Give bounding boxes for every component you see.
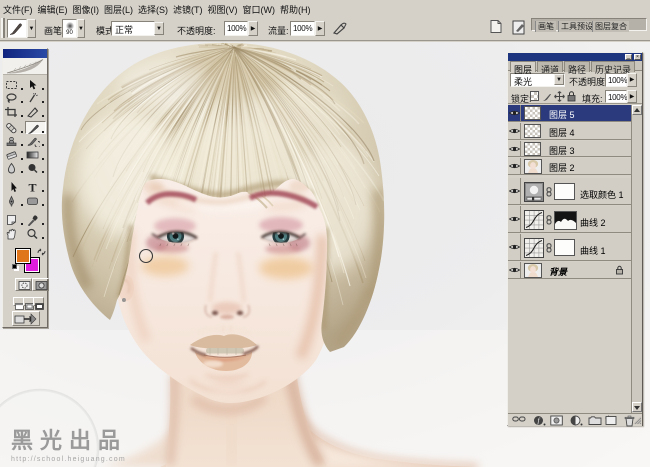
svg-text:T: T — [28, 181, 36, 193]
